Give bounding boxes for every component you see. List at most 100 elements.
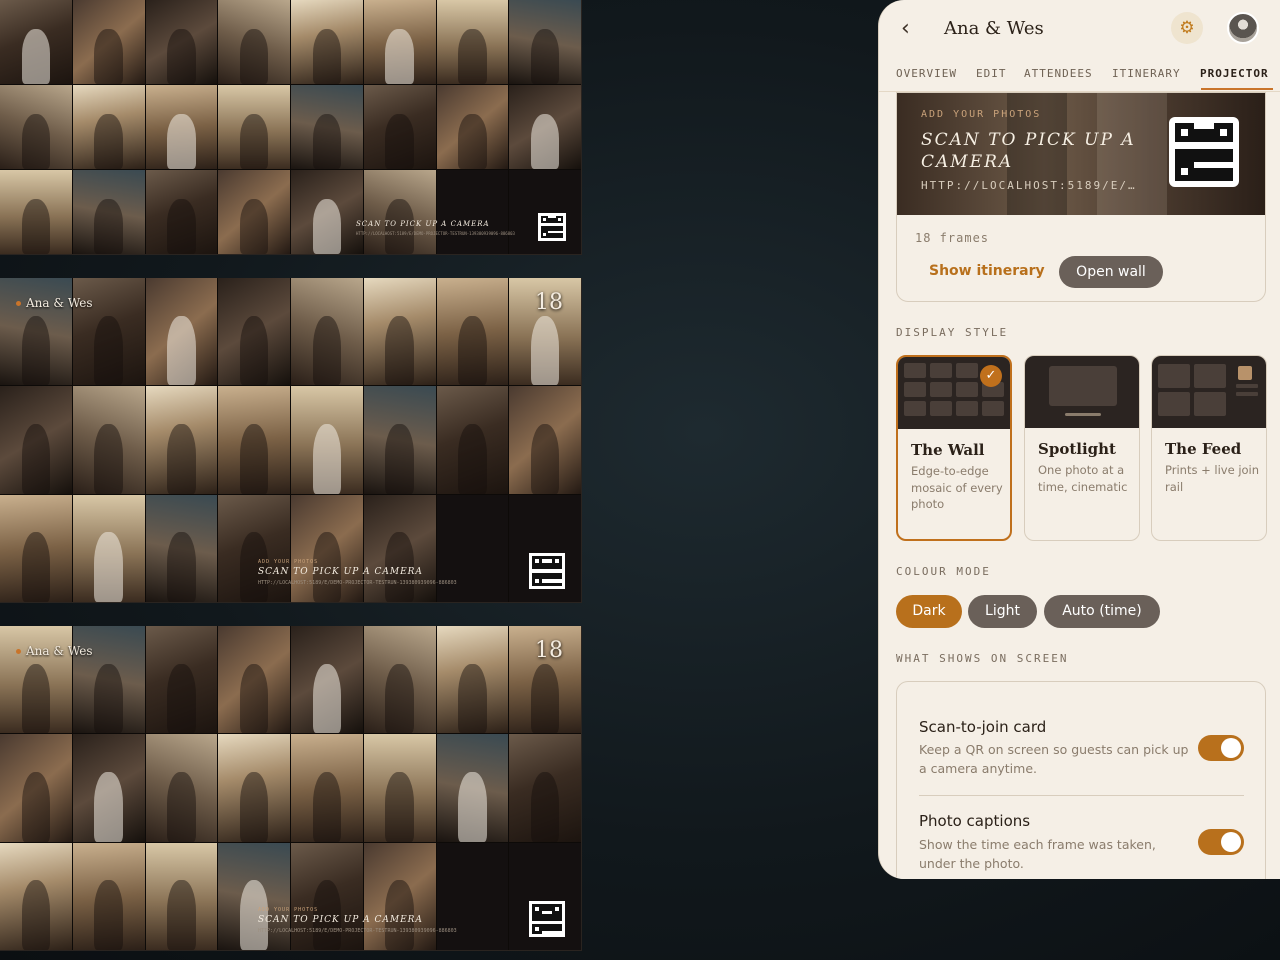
divider (919, 795, 1244, 796)
style-description: Edge-to-edge mosaic of every photo (911, 464, 1003, 511)
show-itinerary-button[interactable]: Show itinerary (929, 263, 1045, 279)
tab-projector[interactable]: PROJECTOR (1200, 67, 1269, 80)
colour-mode-light[interactable]: Light (968, 595, 1037, 628)
photo-grid (0, 626, 581, 950)
photo-tile (0, 170, 72, 254)
photo-tile (363, 626, 436, 734)
colour-mode-dark[interactable]: Dark (896, 595, 962, 628)
qr-code (1169, 117, 1239, 187)
photo-tile (72, 626, 145, 734)
event-title: Ana & Wes (944, 18, 1044, 39)
photo-tile (145, 278, 218, 386)
tab-overview[interactable]: OVERVIEW (896, 67, 957, 80)
photo-tile (218, 85, 290, 169)
spotlight-thumbnail (1025, 356, 1139, 428)
photo-tile (218, 734, 290, 842)
photo-tile (0, 0, 72, 84)
banner-kicker: ADD YOUR PHOTOS (921, 109, 1042, 120)
photo-tile (291, 386, 363, 494)
photo-tile (0, 278, 72, 386)
banner-url: HTTP://LOCALHOST:5189/E/… (921, 179, 1137, 192)
photo-tile (509, 170, 581, 254)
cta-url: HTTP://LOCALHOST:5189/E/DEMO-PROJECTOR-T… (258, 928, 457, 934)
photo-tile (145, 842, 218, 950)
wall-title: Ana & Wes (16, 296, 92, 310)
photo-tile (72, 278, 145, 386)
colour-mode-auto[interactable]: Auto (time) (1044, 595, 1160, 628)
scan-banner: ADD YOUR PHOTOS SCAN TO PICK UP A CAMERA… (897, 93, 1265, 215)
toggle-title: Photo captions (919, 812, 1031, 830)
photo-count: 18 (535, 290, 563, 315)
photo-tile (145, 170, 218, 254)
qr-code (529, 553, 565, 589)
chevron-left-icon[interactable]: ‹ (901, 16, 910, 41)
photo-tile (363, 170, 436, 254)
photo-tile (218, 0, 290, 84)
tab-attendees[interactable]: ATTENDEES (1024, 67, 1093, 80)
photo-tile (436, 626, 509, 734)
photo-grid (0, 0, 581, 254)
style-option-the-feed[interactable]: The Feed Prints + live join rail (1151, 355, 1267, 541)
photo-tile (509, 386, 581, 494)
photo-tile (0, 734, 72, 842)
open-wall-button[interactable]: Open wall (1059, 256, 1163, 288)
scan-cta: ADD YOUR PHOTOS SCAN TO PICK UP A CAMERA… (258, 907, 457, 934)
style-description: Prints + live join rail (1165, 463, 1260, 494)
style-name: The Wall (911, 441, 985, 459)
photo-tile (363, 278, 436, 386)
photo-tile (291, 626, 363, 734)
photo-tile (0, 842, 72, 950)
scan-cta: ADD YOUR PHOTOS SCAN TO PICK UP A CAMERA… (258, 559, 457, 586)
wall-preview-3: Ana & Wes 18 ADD YOUR PHOTOS SCAN TO PIC… (0, 626, 582, 951)
photo-tile (509, 85, 581, 169)
display-style-label: DISPLAY STYLE (896, 326, 1009, 339)
photo-tile (291, 0, 363, 84)
photo-grid (0, 278, 581, 602)
cta-heading: SCAN TO PICK UP A CAMERA (258, 567, 423, 577)
wall-title: Ana & Wes (16, 644, 92, 658)
toggle-title: Scan-to-join card (919, 718, 1047, 736)
photo-tile (363, 386, 436, 494)
check-icon: ✓ (980, 365, 1002, 387)
top-bar: ‹ Ana & Wes ⚙ (879, 0, 1280, 58)
photo-captions-toggle[interactable] (1198, 829, 1244, 855)
tab-edit[interactable]: EDIT (976, 67, 1007, 80)
avatar[interactable] (1227, 12, 1259, 44)
photo-tile (218, 626, 290, 734)
photo-tile (291, 278, 363, 386)
style-option-the-wall[interactable]: ✓ The Wall Edge-to-edge mosaic of every … (896, 355, 1012, 541)
photo-tile (291, 85, 363, 169)
cta-kicker: ADD YOUR PHOTOS (258, 907, 319, 913)
photo-tile (72, 734, 145, 842)
photo-tile (436, 85, 509, 169)
banner-heading: SCAN TO PICK UP A CAMERA (921, 130, 1136, 173)
scan-card-preview: ADD YOUR PHOTOS SCAN TO PICK UP A CAMERA… (896, 92, 1266, 302)
style-name: The Feed (1165, 440, 1242, 458)
photo-tile (145, 734, 218, 842)
photo-tile (291, 734, 363, 842)
colour-mode-label: COLOUR MODE (896, 565, 991, 578)
photo-tile (509, 0, 581, 84)
qr-code (538, 213, 566, 241)
what-shows-label: WHAT SHOWS ON SCREEN (896, 652, 1069, 665)
wall-preview-1: SCAN TO PICK UP A CAMERA HTTP://LOCALHOS… (0, 0, 582, 255)
gear-icon[interactable]: ⚙ (1171, 12, 1203, 44)
screen-options-card: Scan-to-join card Keep a QR on screen so… (896, 681, 1266, 879)
photo-tile (72, 0, 145, 84)
toggle-description: Show the time each frame was taken, unde… (919, 837, 1156, 871)
scan-card-toggle[interactable] (1198, 735, 1244, 761)
photo-tile (436, 170, 509, 254)
tab-itinerary[interactable]: ITINERARY (1112, 67, 1181, 80)
style-option-spotlight[interactable]: Spotlight One photo at a time, cinematic (1024, 355, 1140, 541)
photo-tile (145, 0, 218, 84)
photo-tile (363, 0, 436, 84)
scan-cta: SCAN TO PICK UP A CAMERA HTTP://LOCALHOS… (356, 218, 515, 236)
photo-tile (218, 278, 290, 386)
photo-tile (436, 734, 509, 842)
photo-tile (72, 85, 145, 169)
photo-tile (218, 170, 290, 254)
photo-tile (509, 734, 581, 842)
cta-heading: SCAN TO PICK UP A CAMERA (258, 915, 423, 925)
photo-tile (363, 734, 436, 842)
photo-tile (145, 386, 218, 494)
